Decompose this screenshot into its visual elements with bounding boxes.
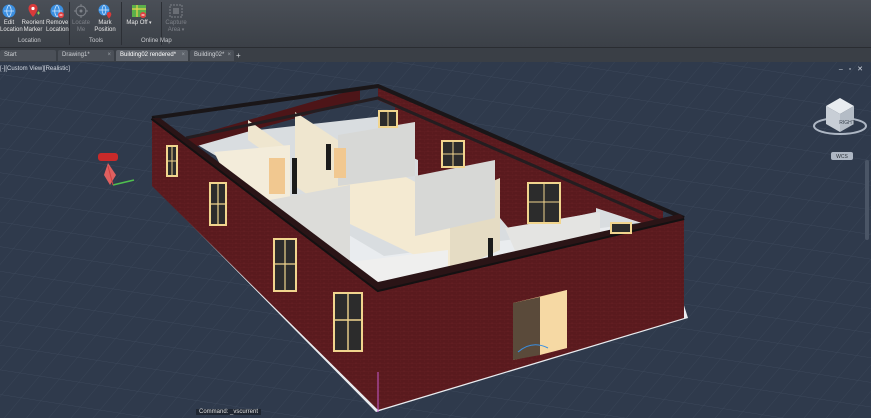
window xyxy=(378,110,398,128)
edit-location-button[interactable]: Edit Location xyxy=(0,3,23,34)
window xyxy=(209,182,227,226)
window xyxy=(273,238,297,292)
tab-label: Building02* xyxy=(194,52,225,58)
button-label: Remove xyxy=(46,20,69,26)
entrance-door-jamb xyxy=(540,290,567,355)
viewport-controls-label[interactable]: [-][Custom View][Realistic] xyxy=(0,66,70,72)
reorient-marker-button[interactable]: Reorient Marker xyxy=(21,3,45,34)
command-line[interactable]: Command: _vscurrent xyxy=(196,409,262,415)
ribbon-panel: Edit Location Reorient Marker Remove Loc… xyxy=(0,0,871,48)
close-icon[interactable]: × xyxy=(107,50,111,61)
group-label-online-map: Online Map xyxy=(141,38,172,44)
tab-label: Start xyxy=(4,52,17,58)
button-label: Area xyxy=(167,27,181,33)
door-opening xyxy=(334,148,346,178)
window xyxy=(610,222,632,234)
mark-position-button[interactable]: Mark Position xyxy=(93,3,117,34)
window xyxy=(441,140,465,168)
ribbon-separator xyxy=(69,2,70,45)
tab-start[interactable]: Start xyxy=(0,50,56,61)
group-label-tools: Tools xyxy=(89,38,104,44)
viewport-window-controls[interactable]: – ▫ ✕ xyxy=(839,65,865,73)
button-label: Marker xyxy=(23,27,43,33)
window xyxy=(527,182,561,224)
button-label: Edit xyxy=(3,20,15,26)
button-label: Locate xyxy=(71,20,90,26)
door-opening xyxy=(326,144,331,170)
group-label-location: Location xyxy=(18,38,41,44)
drawing-viewport[interactable]: RIGHT WCS xyxy=(0,62,871,418)
remove-location-button[interactable]: Remove Location xyxy=(46,3,69,34)
marker-icon xyxy=(28,4,40,17)
globe-remove-icon xyxy=(50,4,64,18)
navigation-bar-scroll[interactable] xyxy=(865,160,869,240)
ribbon-separator xyxy=(121,2,122,45)
tab-building02[interactable]: Building02* × xyxy=(190,50,234,61)
close-icon[interactable]: × xyxy=(227,50,231,61)
map-off-button[interactable]: Map Off ▾ xyxy=(126,3,152,27)
button-label: Location xyxy=(46,27,69,33)
close-icon[interactable]: × xyxy=(181,50,185,61)
globe-edit-icon xyxy=(2,4,16,18)
capture-area-icon xyxy=(169,4,183,18)
viewcube-face-label: RIGHT xyxy=(839,120,855,126)
wcs-label: WCS xyxy=(836,154,848,160)
file-tab-bar: Start Drawing1* × Building02 rendered* × B… xyxy=(0,48,871,63)
window xyxy=(166,145,178,177)
window xyxy=(333,292,363,352)
button-label: Map Off xyxy=(126,20,148,26)
button-label: Capture xyxy=(165,20,187,26)
button-label: Position xyxy=(94,27,116,33)
mark-position-icon xyxy=(98,4,112,19)
entrance-door-shadow xyxy=(513,297,540,360)
locate-me-button[interactable]: Locate Me xyxy=(71,3,91,34)
button-label: Reorient xyxy=(21,20,45,26)
new-tab-plus-icon[interactable]: + xyxy=(236,50,241,61)
capture-area-button[interactable]: Capture Area ▾ xyxy=(164,3,188,34)
tab-label: Building02 rendered* xyxy=(120,52,177,58)
door-opening xyxy=(269,158,285,194)
door-opening xyxy=(292,158,297,194)
locate-me-icon xyxy=(74,4,88,18)
tab-drawing1[interactable]: Drawing1* × xyxy=(58,50,114,61)
button-label: Me xyxy=(76,27,86,33)
tab-label: Drawing1* xyxy=(62,52,90,58)
button-label: Mark xyxy=(98,20,112,26)
button-label: Location xyxy=(0,27,23,33)
map-off-icon xyxy=(132,5,146,18)
tab-building02-rendered[interactable]: Building02 rendered* × xyxy=(116,50,188,61)
